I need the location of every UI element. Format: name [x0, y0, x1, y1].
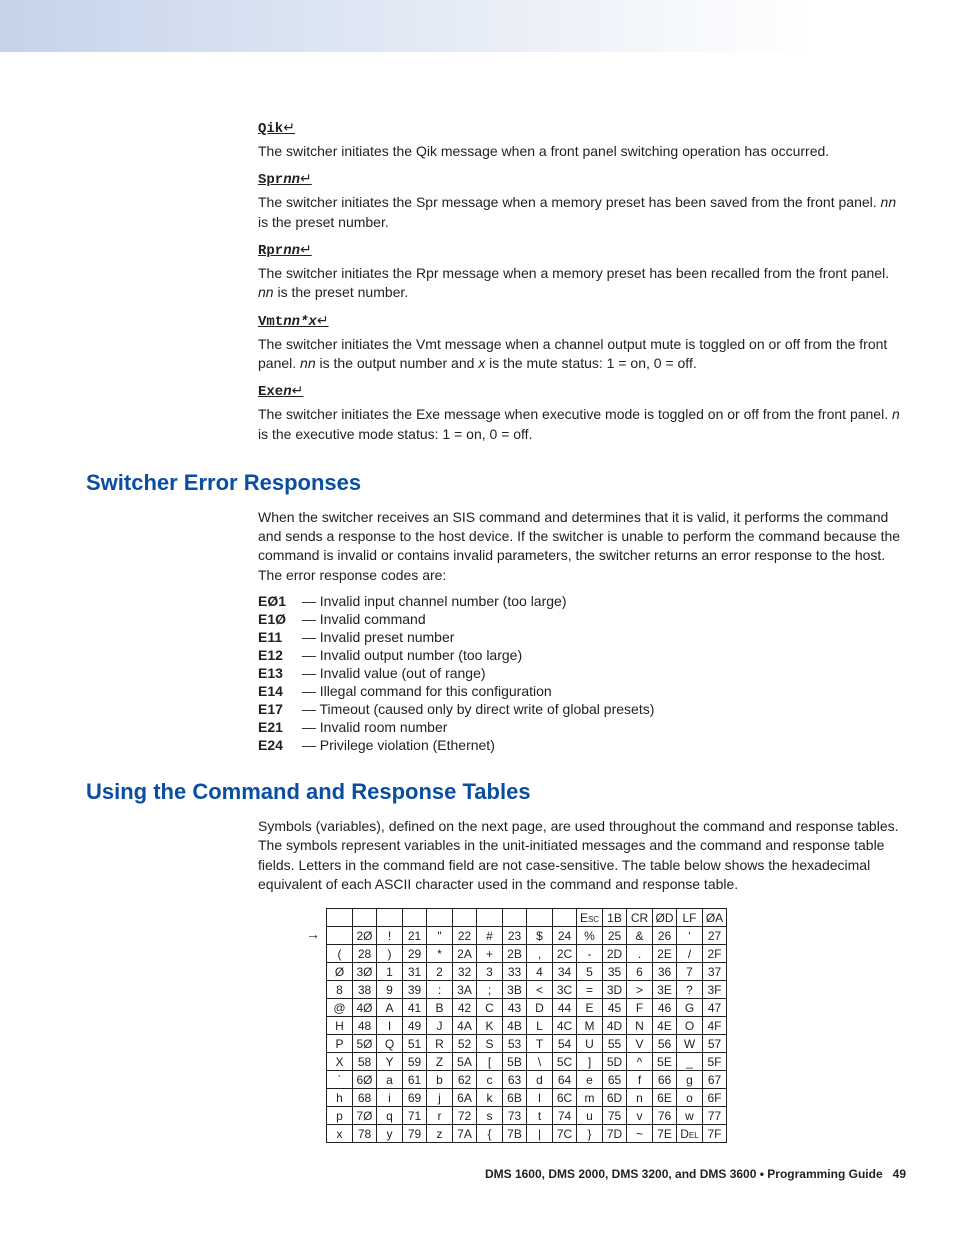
cmd-exe-desc: The switcher initiates the Exe message w… [258, 405, 906, 444]
cmd-code: Qik [258, 121, 283, 137]
page-content: Qik↵ The switcher initiates the Qik mess… [0, 52, 954, 1143]
enter-icon: ↵ [300, 170, 312, 186]
footer-page-number: 49 [893, 1167, 906, 1181]
cmd-qik-header: Qik↵ [258, 119, 906, 137]
error-item: E1Ø — Invalid command [258, 611, 906, 627]
cmd-vmt-desc: The switcher initiates the Vmt message w… [258, 335, 906, 374]
error-item: E13 — Invalid value (out of range) [258, 665, 906, 681]
tables-intro: Symbols (variables), defined on the next… [258, 817, 906, 894]
cmd-suffix: nn [283, 243, 300, 259]
cmd-code: Exe [258, 384, 283, 400]
cmd-rpr-desc: The switcher initiates the Rpr message w… [258, 264, 906, 303]
cmd-suffix: nn*x [283, 314, 317, 330]
cmd-spr-header: Sprnn↵ [258, 170, 906, 188]
error-intro: When the switcher receives an SIS comman… [258, 508, 906, 585]
cmd-vmt-header: Vmtnn*x↵ [258, 312, 906, 330]
cmd-rpr-header: Rprnn↵ [258, 241, 906, 259]
heading-command-tables: Using the Command and Response Tables [86, 779, 906, 805]
error-item: E11 — Invalid preset number [258, 629, 906, 645]
enter-icon: ↵ [283, 119, 295, 135]
cmd-suffix: nn [283, 172, 300, 188]
page-header-bar [0, 0, 954, 52]
footer-title: DMS 1600, DMS 2000, DMS 3200, and DMS 36… [485, 1167, 883, 1181]
cmd-exe-header: Exen↵ [258, 382, 906, 400]
error-item: E21 — Invalid room number [258, 719, 906, 735]
cmd-code: Rpr [258, 243, 283, 259]
heading-error-responses: Switcher Error Responses [86, 470, 906, 496]
enter-icon: ↵ [317, 312, 329, 328]
cmd-spr-desc: The switcher initiates the Spr message w… [258, 193, 906, 232]
cmd-code: Vmt [258, 314, 283, 330]
enter-icon: ↵ [300, 241, 312, 257]
cmd-suffix: n [283, 384, 291, 400]
error-list: EØ1 — Invalid input channel number (too … [258, 593, 906, 753]
ascii-hex-table: Esc1BCRØDLFØA2Ø!21"22#23$24%25&26‘27(28)… [326, 908, 727, 1143]
error-item: E14 — Illegal command for this configura… [258, 683, 906, 699]
enter-icon: ↵ [292, 382, 304, 398]
error-item: EØ1 — Invalid input channel number (too … [258, 593, 906, 609]
page-footer: DMS 1600, DMS 2000, DMS 3200, and DMS 36… [0, 1167, 906, 1221]
error-item: E12 — Invalid output number (too large) [258, 647, 906, 663]
error-item: E24 — Privilege violation (Ethernet) [258, 737, 906, 753]
space-arrow-icon: → [306, 926, 320, 942]
cmd-code: Spr [258, 172, 283, 188]
cmd-qik-desc: The switcher initiates the Qik message w… [258, 142, 906, 161]
error-item: E17 — Timeout (caused only by direct wri… [258, 701, 906, 717]
